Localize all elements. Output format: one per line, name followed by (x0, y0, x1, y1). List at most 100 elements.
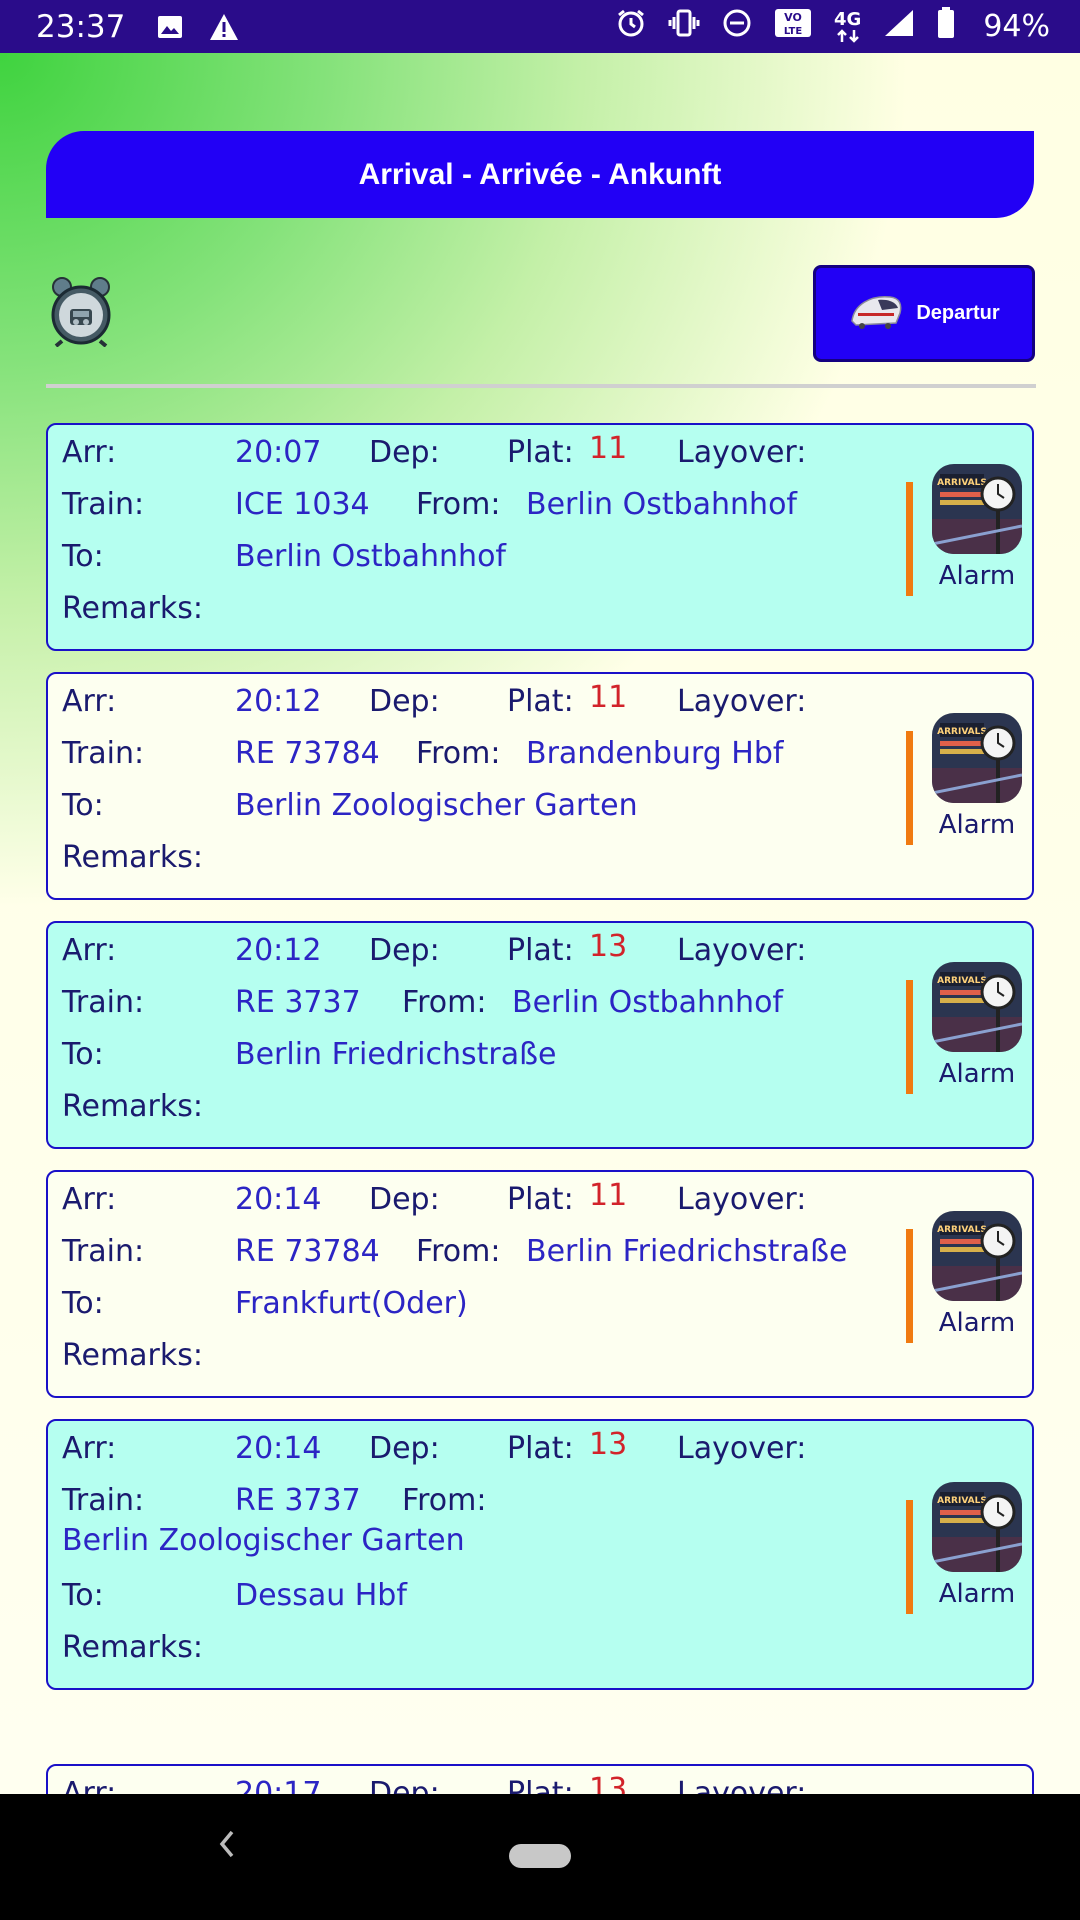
data-icon: 4G (834, 8, 862, 43)
to-label: To: (62, 1037, 104, 1072)
alarm-clock-icon[interactable] (48, 277, 114, 348)
plat-label: Plat: (507, 933, 574, 968)
dep-label: Dep: (369, 933, 440, 968)
arr-time: 20:12 (235, 933, 322, 968)
svg-text:ARRIVALS: ARRIVALS (937, 1225, 987, 1235)
arrival-card[interactable]: Arr: 20:14 Dep: Plat: 13 Layover: Train: RE 373… (46, 1419, 1034, 1690)
to-label: To: (62, 1286, 104, 1321)
train-number: RE 3737 (235, 1483, 361, 1518)
layover-label: Layover: (677, 435, 807, 470)
arrival-card[interactable]: Arr: 20:12 Dep: Plat: 11 Layover: Train: RE 737… (46, 672, 1034, 900)
to-row: To: Dessau Hbf (62, 1578, 902, 1618)
alarm-label[interactable]: Alarm (932, 561, 1022, 591)
to-row: To: Berlin Zoologischer Garten (62, 788, 902, 828)
alarm-label[interactable]: Alarm (932, 1579, 1022, 1609)
dnd-icon (722, 8, 752, 46)
battery-percent: 94% (983, 9, 1050, 44)
volte-icon: VO LTE (774, 8, 812, 46)
departure-button[interactable]: Departur (813, 265, 1035, 362)
image-icon (155, 12, 185, 42)
home-pill[interactable] (509, 1844, 571, 1868)
status-time: 23:37 (36, 8, 126, 45)
train-number: RE 73784 (235, 736, 380, 771)
arr-label: Arr: (62, 1182, 117, 1217)
alarm-label[interactable]: Alarm (932, 810, 1022, 840)
platform-number: 11 (589, 680, 628, 715)
signal-icon (883, 8, 915, 46)
to-station: Frankfurt(Oder) (235, 1286, 468, 1321)
from-label: From: (416, 487, 501, 522)
departure-button-label: Departur (916, 302, 1000, 324)
remarks-row: Remarks: (62, 1630, 902, 1670)
to-row: To: Berlin Friedrichstraße (62, 1037, 902, 1077)
to-label: To: (62, 539, 104, 574)
layover-label: Layover: (677, 1431, 807, 1466)
layover-label: Layover: (677, 684, 807, 719)
arrival-card[interactable]: Arr: 20:14 Dep: Plat: 11 Layover: Train: RE 737… (46, 1170, 1034, 1398)
dep-label: Dep: (369, 435, 440, 470)
to-row: To: Frankfurt(Oder) (62, 1286, 902, 1326)
train-label: Train: (62, 487, 145, 522)
svg-text:ARRIVALS: ARRIVALS (937, 1496, 987, 1506)
warning-icon (209, 12, 239, 42)
arrival-card[interactable]: Arr: 20:07 Dep: Plat: 11 Layover: Train: ICE 10… (46, 423, 1034, 651)
remarks-label: Remarks: (62, 1338, 204, 1373)
to-station: Berlin Zoologischer Garten (235, 788, 638, 823)
svg-text:ARRIVALS: ARRIVALS (937, 976, 987, 986)
alarm-divider (906, 1229, 913, 1343)
from-station: Berlin Ostbahnhof (526, 487, 797, 522)
arr-row: Arr: 20:12 Dep: Plat: 11 Layover: (62, 680, 902, 724)
alarm-button-icon[interactable]: ARRIVALS (932, 713, 1022, 803)
back-icon[interactable] (212, 1824, 252, 1884)
train-row: Train: RE 3737 From: (62, 1483, 902, 1523)
battery-icon (937, 6, 955, 47)
arr-time: 20:12 (235, 684, 322, 719)
alarm-button-icon[interactable]: ARRIVALS (932, 1481, 1022, 1572)
platform-number: 13 (589, 1427, 628, 1462)
train-label: Train: (62, 1483, 145, 1518)
alarm-label[interactable]: Alarm (932, 1308, 1022, 1338)
to-label: To: (62, 788, 104, 823)
from-row: Berlin Zoologischer Garten (62, 1523, 902, 1563)
from-station: Berlin Friedrichstraße (526, 1234, 848, 1269)
alarm-button-icon[interactable]: ARRIVALS (932, 962, 1022, 1052)
alarm-icon (616, 8, 646, 46)
arr-label: Arr: (62, 933, 117, 968)
to-station: Dessau Hbf (235, 1578, 407, 1613)
navigation-bar (0, 1794, 1080, 1920)
from-station: Berlin Zoologischer Garten (62, 1523, 465, 1558)
to-station: Berlin Friedrichstraße (235, 1037, 557, 1072)
plat-label: Plat: (507, 1431, 574, 1466)
alarm-button-icon[interactable]: ARRIVALS (932, 464, 1022, 554)
train-label: Train: (62, 1234, 145, 1269)
arr-row: Arr: 20:07 Dep: Plat: 11 Layover: (62, 431, 902, 475)
alarm-divider (906, 482, 913, 596)
svg-text:VO: VO (784, 11, 802, 24)
train-icon (848, 291, 904, 337)
dep-label: Dep: (369, 1431, 440, 1466)
train-row: Train: RE 3737 From: Berlin Ostbahnhof (62, 985, 902, 1025)
train-label: Train: (62, 985, 145, 1020)
network-type: 4G (834, 8, 862, 30)
svg-text:LTE: LTE (784, 26, 803, 37)
train-row: Train: ICE 1034 From: Berlin Ostbahnhof (62, 487, 902, 527)
from-label: From: (402, 1483, 487, 1518)
from-label: From: (416, 736, 501, 771)
alarm-divider (906, 1499, 913, 1614)
arr-label: Arr: (62, 1431, 117, 1466)
train-number: RE 73784 (235, 1234, 380, 1269)
plat-label: Plat: (507, 1182, 574, 1217)
alarm-button-icon[interactable]: ARRIVALS (932, 1211, 1022, 1301)
from-label: From: (416, 1234, 501, 1269)
platform-number: 11 (589, 1178, 628, 1213)
from-station: Berlin Ostbahnhof (512, 985, 783, 1020)
alarm-divider (906, 731, 913, 845)
train-number: ICE 1034 (235, 487, 370, 522)
arr-label: Arr: (62, 435, 117, 470)
arr-time: 20:14 (235, 1182, 322, 1217)
alarm-label[interactable]: Alarm (932, 1059, 1022, 1089)
to-station: Berlin Ostbahnhof (235, 539, 506, 574)
arrival-card[interactable]: Arr: 20:12 Dep: Plat: 13 Layover: Train: RE 373… (46, 921, 1034, 1149)
remarks-row: Remarks: (62, 591, 902, 631)
alarm-divider (906, 980, 913, 1094)
